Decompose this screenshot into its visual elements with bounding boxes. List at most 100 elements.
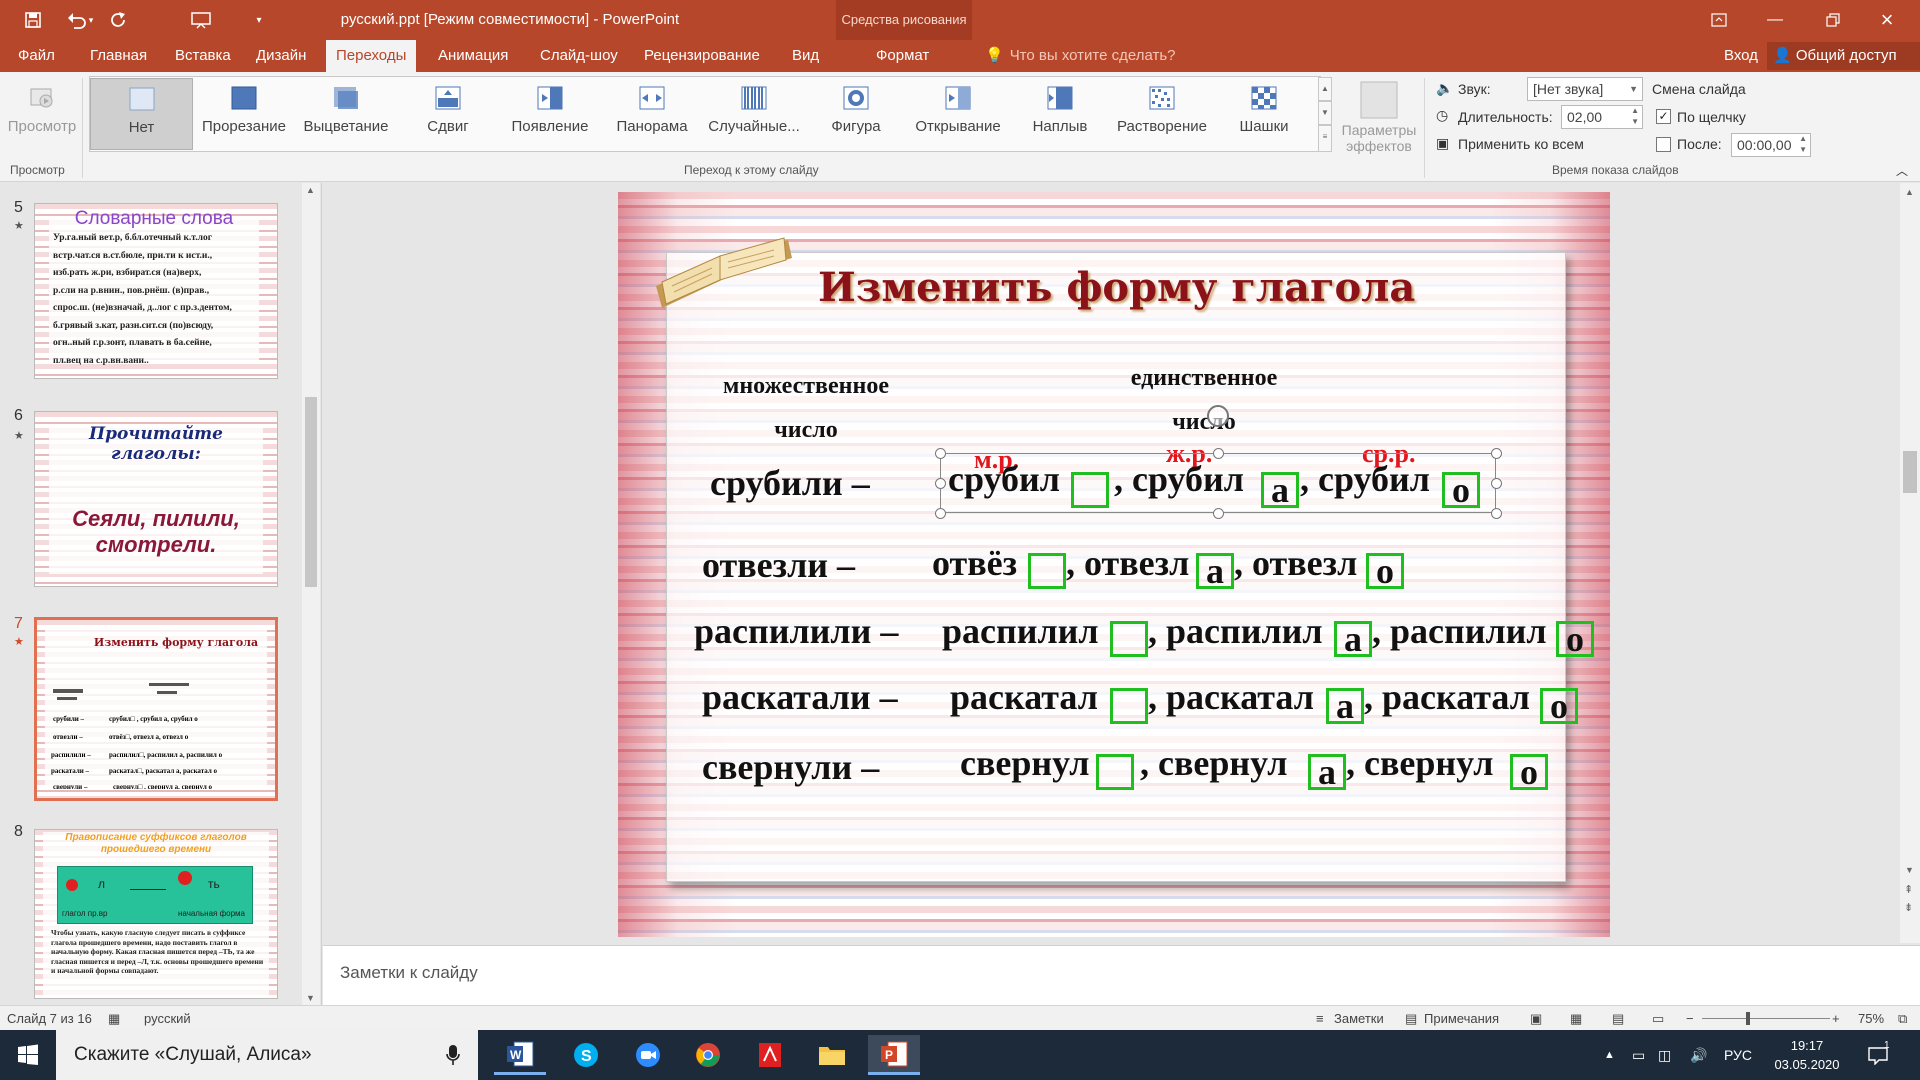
chrome-app-icon[interactable]: [682, 1035, 734, 1075]
slide-canvas[interactable]: Изменить форму глагола множественное чис…: [618, 192, 1610, 937]
zoom-level[interactable]: 75%: [1858, 1011, 1884, 1026]
masculine-form[interactable]: срубил: [948, 458, 1060, 500]
neuter-form[interactable]: , распилил: [1372, 610, 1547, 652]
answer-box-neuter[interactable]: о: [1556, 621, 1594, 657]
reading-view-icon[interactable]: ▤: [1612, 1011, 1624, 1027]
minimize-icon[interactable]: —: [1752, 0, 1798, 40]
transition-push[interactable]: Сдвиг: [400, 78, 496, 150]
masculine-form[interactable]: отвёз: [932, 542, 1017, 584]
restore-icon[interactable]: [1810, 0, 1856, 40]
zoom-app-icon[interactable]: [622, 1035, 674, 1075]
answer-box-neuter[interactable]: о: [1510, 754, 1548, 790]
masculine-form[interactable]: свернул: [960, 742, 1089, 784]
slide-title[interactable]: Изменить форму глагола: [818, 264, 1518, 311]
network-icon[interactable]: ◫: [1658, 1030, 1671, 1080]
answer-box-masculine[interactable]: [1096, 754, 1134, 790]
sign-in-link[interactable]: Вход: [1724, 40, 1758, 72]
plural-header[interactable]: множественное число: [706, 364, 906, 452]
notes-toggle-icon[interactable]: ≡: [1316, 1011, 1324, 1026]
tab-transitions[interactable]: Переходы: [326, 40, 417, 72]
comments-icon[interactable]: ▤: [1405, 1011, 1417, 1027]
normal-view-icon[interactable]: ▣: [1530, 1011, 1542, 1027]
tell-me-box[interactable]: 💡 Что вы хотите сделать?: [985, 40, 1176, 72]
transition-shape[interactable]: Фигура: [808, 78, 904, 150]
on-click-checkbox[interactable]: ✓: [1656, 109, 1671, 124]
zoom-slider[interactable]: [1702, 1018, 1830, 1019]
notes-toggle[interactable]: Заметки: [1334, 1011, 1384, 1026]
scrollbar-thumb[interactable]: [1903, 451, 1917, 493]
transition-cover[interactable]: Наплыв: [1012, 78, 1108, 150]
singular-header[interactable]: единственное число: [1104, 356, 1304, 444]
answer-box-masculine[interactable]: [1028, 553, 1066, 589]
feminine-form[interactable]: , отвезл: [1066, 542, 1189, 584]
tab-design[interactable]: Дизайн: [246, 40, 316, 72]
comments-toggle[interactable]: Примечания: [1424, 1011, 1499, 1026]
tab-format[interactable]: Формат: [866, 40, 939, 72]
share-button[interactable]: 👤 Общий доступ: [1767, 42, 1920, 70]
spellcheck-icon[interactable]: ▦: [108, 1011, 120, 1027]
tab-animations[interactable]: Анимация: [428, 40, 518, 72]
zoom-out-icon[interactable]: −: [1686, 1011, 1694, 1026]
resize-handle[interactable]: [935, 448, 946, 459]
slideshow-view-icon[interactable]: ▭: [1652, 1011, 1664, 1027]
thumbnail-scrollbar[interactable]: ▲ ▼: [302, 183, 320, 1005]
transition-uncover[interactable]: Открывание: [910, 78, 1006, 150]
apply-to-all-button[interactable]: Применить ко всем: [1458, 136, 1584, 152]
after-time-input[interactable]: 00:00,00 ▲ ▼: [1731, 133, 1811, 157]
neuter-form[interactable]: , свернул: [1346, 742, 1493, 784]
feminine-form[interactable]: , свернул: [1140, 742, 1287, 784]
slide-scrollbar[interactable]: ▲ ▼ ⇞ ⇟: [1900, 183, 1920, 943]
rotate-handle-icon[interactable]: [1207, 405, 1229, 427]
windows-start-icon[interactable]: [2, 1035, 54, 1075]
fit-to-window-icon[interactable]: ⧉: [1898, 1011, 1907, 1027]
effect-options-button[interactable]: Параметры эффектов: [1336, 78, 1422, 154]
answer-box-neuter[interactable]: о: [1366, 553, 1404, 589]
sound-dropdown[interactable]: [Нет звука] ▼: [1527, 77, 1643, 101]
scroll-up-icon[interactable]: ▲: [1905, 187, 1914, 197]
tab-home[interactable]: Главная: [80, 40, 157, 72]
input-language[interactable]: РУС: [1724, 1030, 1752, 1080]
masculine-form[interactable]: раскатал: [950, 676, 1098, 718]
plural-verb[interactable]: срубили –: [710, 462, 870, 504]
previous-slide-icon[interactable]: ⇞: [1904, 883, 1913, 896]
transition-split[interactable]: Панорама: [604, 78, 700, 150]
plural-verb[interactable]: раскатали –: [702, 676, 898, 718]
answer-box-feminine[interactable]: а: [1196, 553, 1234, 589]
answer-box-masculine[interactable]: [1071, 472, 1109, 508]
slide-thumbnail-8[interactable]: Правописание суффиксов глаголов прошедше…: [34, 829, 278, 999]
resize-handle[interactable]: [1491, 508, 1502, 519]
acrobat-app-icon[interactable]: [744, 1035, 796, 1075]
volume-icon[interactable]: 🔊: [1690, 1030, 1707, 1080]
resize-handle[interactable]: [1213, 508, 1224, 519]
scroll-down-icon[interactable]: ▼: [306, 993, 315, 1003]
skype-app-icon[interactable]: S: [560, 1035, 612, 1075]
resize-handle[interactable]: [1491, 448, 1502, 459]
answer-box-neuter[interactable]: о: [1540, 688, 1578, 724]
plural-verb[interactable]: отвезли –: [702, 544, 855, 586]
clock[interactable]: 19:17 03.05.2020: [1768, 1036, 1846, 1074]
neuter-form[interactable]: , отвезл: [1234, 542, 1357, 584]
zoom-slider-thumb[interactable]: [1746, 1012, 1750, 1025]
transition-none[interactable]: Нет: [90, 78, 193, 150]
transition-fade[interactable]: Выцветание: [298, 78, 394, 150]
answer-box-masculine[interactable]: [1110, 688, 1148, 724]
tab-insert[interactable]: Вставка: [165, 40, 241, 72]
feminine-form[interactable]: , распилил: [1148, 610, 1323, 652]
answer-box-feminine[interactable]: а: [1326, 688, 1364, 724]
collapse-ribbon-icon[interactable]: ︿: [1896, 162, 1908, 179]
slide-thumbnail-6[interactable]: Прочитайте глаголы: Сеяли, пилили, смотр…: [34, 411, 278, 587]
scroll-down-icon[interactable]: ▼: [1905, 865, 1914, 875]
next-slide-icon[interactable]: ⇟: [1904, 901, 1913, 914]
transition-dissolve[interactable]: Растворение: [1114, 78, 1210, 150]
notes-pane[interactable]: Заметки к слайду: [323, 945, 1920, 1005]
answer-box-feminine[interactable]: а: [1261, 472, 1299, 508]
gallery-more-icon[interactable]: ≡: [1318, 125, 1332, 152]
answer-box-feminine[interactable]: а: [1334, 621, 1372, 657]
tab-slideshow[interactable]: Слайд-шоу: [530, 40, 628, 72]
answer-box-feminine[interactable]: а: [1308, 754, 1346, 790]
transition-wipe[interactable]: Появление: [502, 78, 598, 150]
scrollbar-thumb[interactable]: [305, 397, 317, 587]
plural-verb[interactable]: распилили –: [694, 610, 898, 652]
answer-box-masculine[interactable]: [1110, 621, 1148, 657]
microphone-icon[interactable]: [446, 1044, 460, 1066]
